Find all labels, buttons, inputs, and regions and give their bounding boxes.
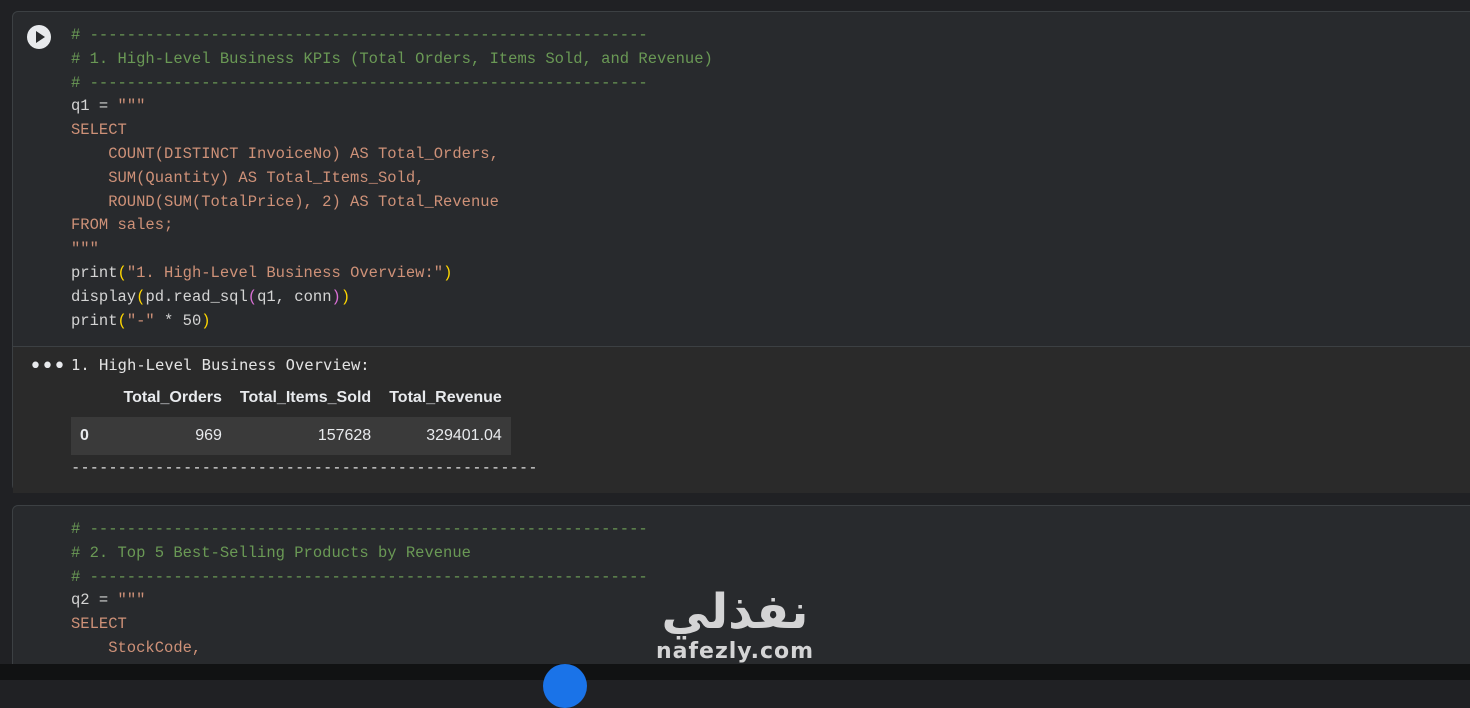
table-cell: 969 [97,417,231,455]
output-text: 1. High-Level Business Overview: [71,356,370,374]
code-line-display: display(pd.read_sql(q1, conn)) [71,287,351,306]
sql-line: SELECT [71,121,127,140]
sql-line: SUM(Quantity) AS Total_Items_Sold, [71,168,425,187]
sql-line: """ [71,240,99,259]
table-header [71,385,98,417]
code-line: q1 = """ [71,97,146,116]
table-header: Total_Items_Sold [239,389,372,406]
sql-line: ROUND(SUM(TotalPrice), 2) AS Total_Reven… [71,192,499,211]
code-editor[interactable]: # --------------------------------------… [71,518,648,661]
comment-title: # 1. High-Level Business KPIs (Total Ord… [71,49,713,68]
comment-line: # --------------------------------------… [71,73,648,92]
dataframe-table: Total_Orders Total_Items_Sold Total_Reve… [71,385,511,455]
table-header: Total_Revenue [389,389,502,406]
comment-line: # --------------------------------------… [71,520,648,538]
sql-line: FROM sales; [71,216,174,235]
bottom-bar [0,664,1470,680]
row-index: 0 [71,417,98,455]
watermark-logo: نفذلي [661,584,809,640]
watermark-url: nafezly.com [655,639,815,664]
table-header: Total_Orders [123,389,222,406]
comment-line: # --------------------------------------… [71,26,648,44]
code-line: q2 = """ [71,591,146,610]
comment-title: # 2. Top 5 Best-Selling Products by Reve… [71,543,471,562]
table-row: 0 969 157628 329401.04 [71,417,511,455]
code-editor[interactable]: # --------------------------------------… [71,24,713,333]
table-cell: 329401.04 [380,417,511,455]
code-cell-1[interactable]: # --------------------------------------… [12,11,1470,493]
table-cell: 157628 [230,417,381,455]
sql-line: StockCode, [71,638,202,657]
sql-line: SELECT [71,615,127,634]
scroll-button[interactable] [543,664,587,708]
cell-output: ••• 1. High-Level Business Overview: Tot… [13,346,1470,493]
run-cell-button[interactable] [27,25,51,49]
output-divider: ----------------------------------------… [71,458,538,476]
code-line-print: print("1. High-Level Business Overview:"… [71,263,453,282]
sql-line: COUNT(DISTINCT InvoiceNo) AS Total_Order… [71,144,499,163]
watermark: نفذلي nafezly.com [640,585,830,664]
comment-line: # --------------------------------------… [71,567,648,586]
code-line-print-dash: print("-" * 50) [71,311,211,330]
more-horiz-icon[interactable]: ••• [29,356,66,378]
